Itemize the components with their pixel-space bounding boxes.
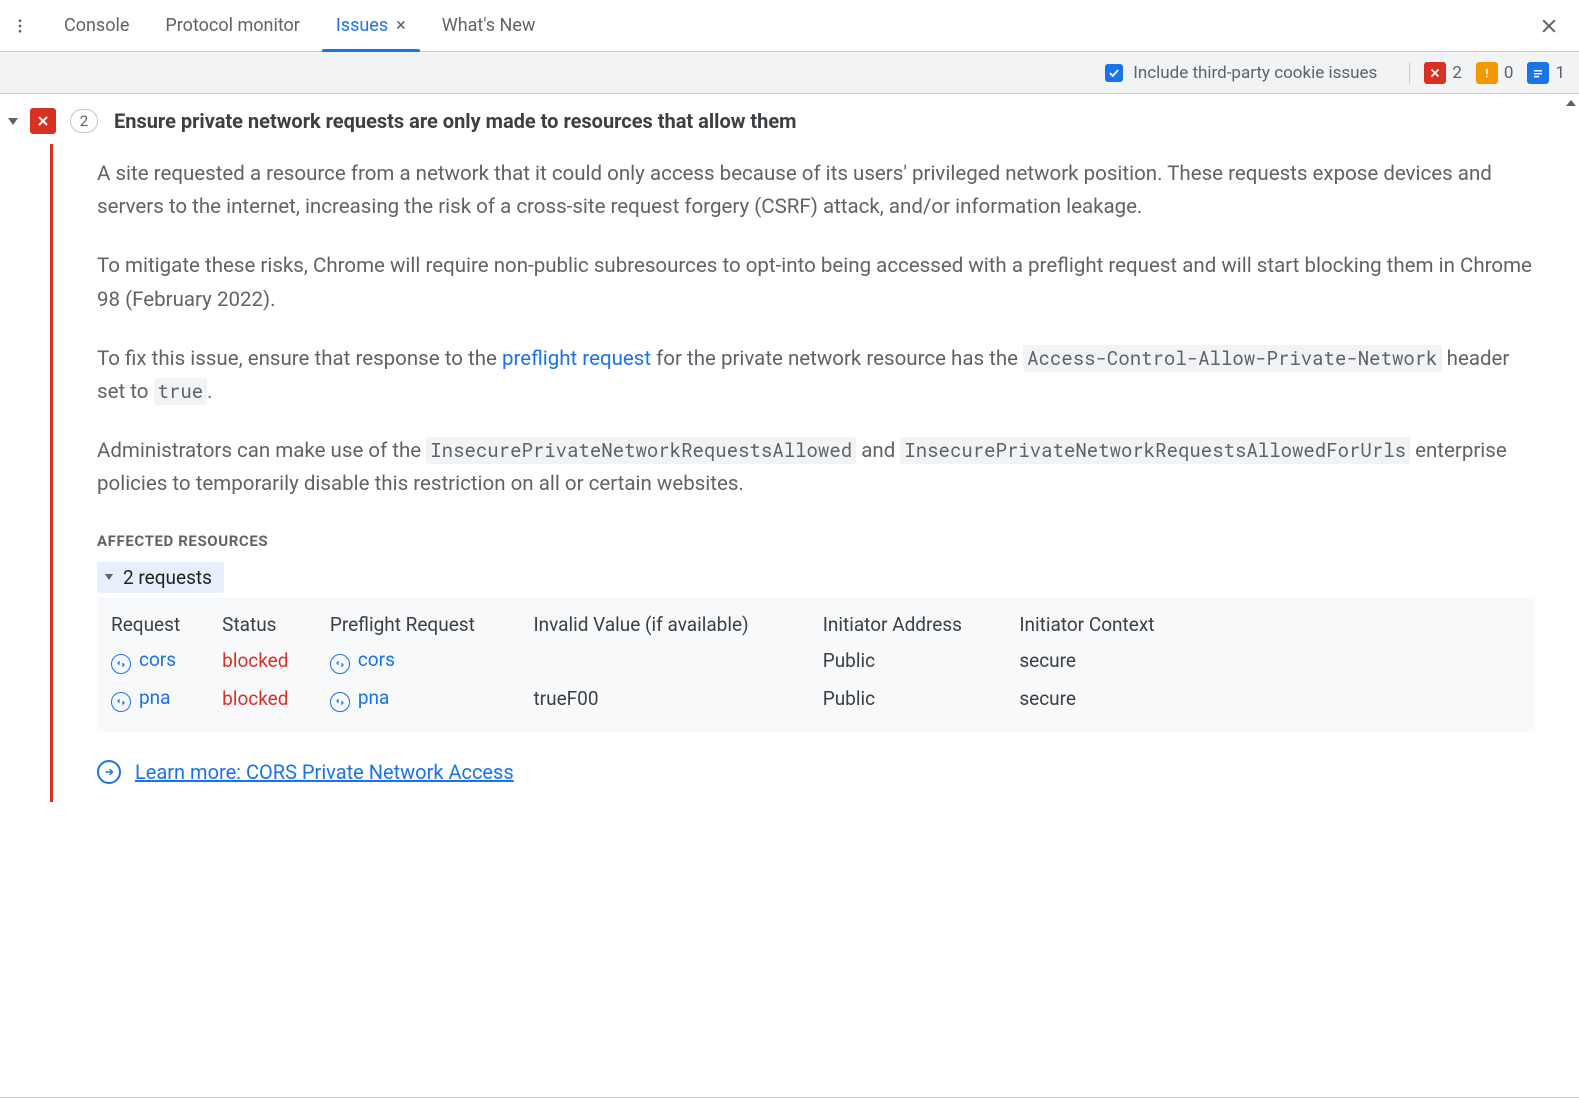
third-party-cookies-label: Include third-party cookie issues <box>1133 63 1377 83</box>
table-row: pna blocked pna trueF00 Public secure <box>111 680 1211 718</box>
drawer-tabbar: Console Protocol monitor Issues × What's… <box>0 0 1579 52</box>
initiator-context: secure <box>1019 642 1211 680</box>
tab-label: Console <box>64 15 129 36</box>
warning-badge-icon[interactable] <box>1476 62 1498 84</box>
issue-body: A site requested a resource from a netwo… <box>50 144 1575 802</box>
disclosure-triangle-icon[interactable] <box>8 118 18 125</box>
warning-count: 0 <box>1504 63 1514 83</box>
code-policy-name: InsecurePrivateNetworkRequestsAllowedFor… <box>900 437 1410 464</box>
initiator-context: secure <box>1019 680 1211 718</box>
tab-label: Issues <box>336 15 388 36</box>
code-header-name: Access-Control-Allow-Private-Network <box>1023 345 1441 372</box>
initiator-address: Public <box>823 680 1020 718</box>
close-drawer-button[interactable] <box>1533 10 1565 42</box>
col-preflight: Preflight Request <box>330 607 534 642</box>
code-header-value: true <box>154 378 208 405</box>
code-policy-name: InsecurePrivateNetworkRequestsAllowed <box>426 437 856 464</box>
network-icon <box>111 692 131 712</box>
info-badge-icon[interactable] <box>1527 62 1549 84</box>
preflight-link[interactable]: cors <box>358 648 395 671</box>
disclosure-triangle-icon <box>105 574 113 580</box>
col-request: Request <box>111 607 222 642</box>
tab-whats-new[interactable]: What's New <box>424 0 554 51</box>
separator <box>1409 62 1410 84</box>
col-status: Status <box>222 607 330 642</box>
affected-resources-label: AFFECTED RESOURCES <box>97 532 1535 550</box>
network-icon <box>330 692 350 712</box>
initiator-address: Public <box>823 642 1020 680</box>
error-icon <box>30 108 56 134</box>
issue-count-pill: 2 <box>70 109 98 133</box>
issue-paragraph: A site requested a resource from a netwo… <box>97 158 1535 224</box>
tab-protocol-monitor[interactable]: Protocol monitor <box>147 0 318 51</box>
issues-toolbar: Include third-party cookie issues 2 0 1 <box>0 52 1579 94</box>
status-value: blocked <box>222 687 288 710</box>
issue-title: Ensure private network requests are only… <box>114 109 797 133</box>
issue-header[interactable]: 2 Ensure private network requests are on… <box>6 94 1575 144</box>
third-party-cookies-checkbox[interactable] <box>1105 64 1123 82</box>
issue-paragraph: To mitigate these risks, Chrome will req… <box>97 250 1535 316</box>
status-value: blocked <box>222 649 288 672</box>
issues-panel: 2 Ensure private network requests are on… <box>0 94 1579 1098</box>
arrow-right-circle-icon <box>97 760 121 784</box>
requests-table: Request Status Preflight Request Invalid… <box>97 597 1535 732</box>
issue-paragraph: Administrators can make use of the Insec… <box>97 435 1535 501</box>
learn-more-link[interactable]: Learn more: CORS Private Network Access <box>97 760 1535 784</box>
issue-paragraph: To fix this issue, ensure that response … <box>97 343 1535 409</box>
info-count: 1 <box>1555 63 1565 83</box>
table-row: cors blocked cors Public secure <box>111 642 1211 680</box>
requests-count-label: 2 requests <box>123 566 212 589</box>
tab-label: Protocol monitor <box>165 15 300 36</box>
scroll-up-arrow-icon[interactable] <box>1566 100 1576 106</box>
col-invalid: Invalid Value (if available) <box>533 607 822 642</box>
preflight-link[interactable]: pna <box>358 686 390 709</box>
error-count: 2 <box>1452 63 1462 83</box>
requests-disclosure[interactable]: 2 requests <box>97 562 224 593</box>
network-icon <box>330 654 350 674</box>
preflight-request-link[interactable]: preflight request <box>502 347 651 371</box>
learn-more-label: Learn more: CORS Private Network Access <box>135 760 514 784</box>
network-icon <box>111 654 131 674</box>
invalid-value <box>533 642 822 680</box>
tab-issues[interactable]: Issues × <box>318 0 424 51</box>
close-icon[interactable]: × <box>396 17 406 35</box>
request-link[interactable]: pna <box>139 686 171 709</box>
error-badge-icon[interactable] <box>1424 62 1446 84</box>
invalid-value: trueF00 <box>533 680 822 718</box>
col-initiator-ctx: Initiator Context <box>1019 607 1211 642</box>
col-initiator-addr: Initiator Address <box>823 607 1020 642</box>
kebab-menu-icon[interactable] <box>8 14 32 38</box>
tab-label: What's New <box>442 15 536 36</box>
request-link[interactable]: cors <box>139 648 176 671</box>
table-header-row: Request Status Preflight Request Invalid… <box>111 607 1211 642</box>
tab-console[interactable]: Console <box>46 0 147 51</box>
